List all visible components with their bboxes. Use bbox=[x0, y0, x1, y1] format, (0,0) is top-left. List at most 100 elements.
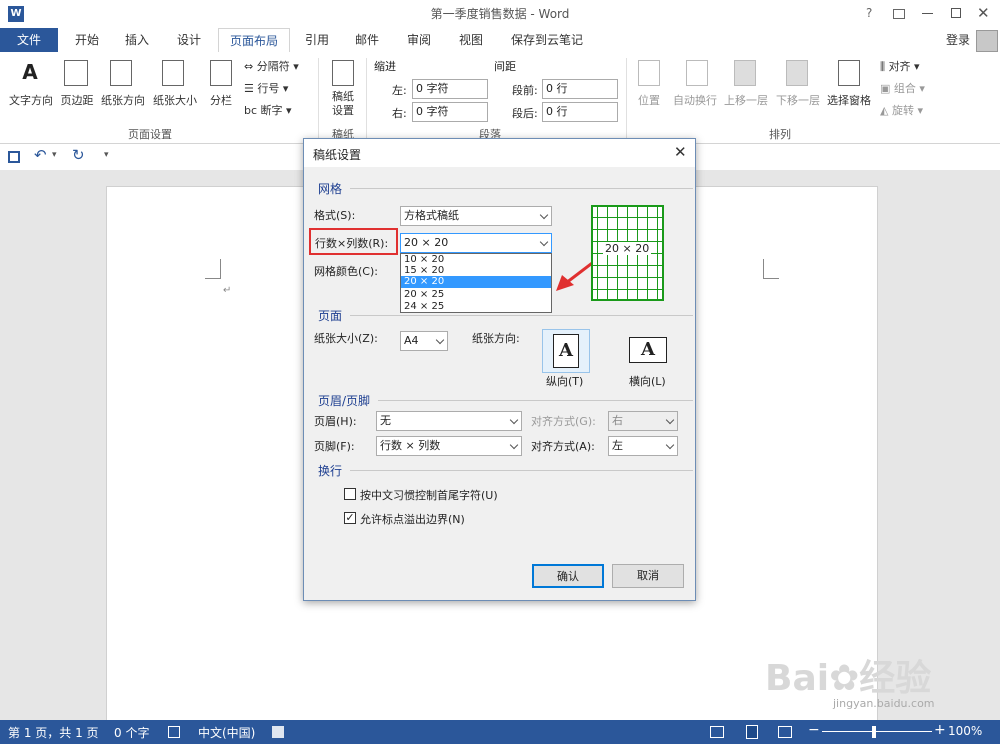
portrait-page-icon: A bbox=[553, 334, 579, 368]
minimize-icon[interactable] bbox=[922, 13, 933, 14]
ribbon-display-icon[interactable] bbox=[893, 9, 905, 19]
customize-qat-icon[interactable]: ▾ bbox=[104, 150, 109, 160]
help-icon[interactable]: ? bbox=[866, 6, 872, 20]
tab-cloud-notes[interactable]: 保存到云笔记 bbox=[504, 28, 590, 52]
tab-page-layout[interactable]: 页面布局 bbox=[218, 28, 290, 52]
margins-button[interactable]: 页边距 bbox=[58, 92, 96, 108]
punctuation-overflow-label[interactable]: 允许标点溢出边界(N) bbox=[360, 511, 465, 527]
landscape-button[interactable]: A bbox=[625, 329, 673, 373]
footer-align-select[interactable]: 左 bbox=[608, 436, 678, 456]
tab-home[interactable]: 开始 bbox=[66, 28, 108, 52]
indent-left-label: 左: bbox=[392, 84, 407, 97]
dialog-title-bar[interactable] bbox=[304, 139, 695, 167]
footer-align-value: 左 bbox=[612, 439, 623, 452]
footer-select[interactable]: 行数 × 列数 bbox=[376, 436, 522, 456]
header-align-select[interactable]: 右 bbox=[608, 411, 678, 431]
breaks-button[interactable]: ⇔ 分隔符 ▾ bbox=[244, 58, 299, 74]
indent-right-input[interactable]: 0 字符 bbox=[412, 102, 488, 122]
header-select[interactable]: 无 bbox=[376, 411, 522, 431]
indent-left-input[interactable]: 0 字符 bbox=[412, 79, 488, 99]
hyphenation-label: 断字 bbox=[260, 104, 283, 117]
rowcol-option[interactable]: 20 × 25 bbox=[401, 289, 551, 300]
word-count[interactable]: 0 个字 bbox=[114, 724, 149, 741]
tab-design[interactable]: 设计 bbox=[168, 28, 210, 52]
read-mode-icon[interactable] bbox=[710, 726, 724, 738]
manuscript-settings-dialog: 稿纸设置 ✕ 网格 格式(S): 方格式稿纸 行数×列数(R): 20 × 20… bbox=[303, 138, 696, 601]
paper-size-select[interactable]: A4 bbox=[400, 331, 448, 351]
separator bbox=[626, 58, 627, 140]
section-grid: 网格 bbox=[318, 182, 343, 196]
macro-icon[interactable] bbox=[272, 726, 284, 738]
undo-dropdown-icon[interactable]: ▾ bbox=[52, 150, 57, 160]
spacing-before-label: 段前: bbox=[512, 84, 538, 97]
portrait-button[interactable]: A bbox=[542, 329, 590, 373]
position-button[interactable]: 位置 bbox=[632, 92, 666, 108]
page-count[interactable]: 第 1 页，共 1 页 bbox=[8, 724, 99, 741]
undo-icon[interactable]: ↶ bbox=[34, 146, 47, 164]
tab-view[interactable]: 视图 bbox=[450, 28, 492, 52]
zoom-slider-thumb[interactable] bbox=[872, 726, 876, 738]
hyphenation-icon: bc bbox=[244, 104, 258, 117]
language[interactable]: 中文(中国) bbox=[198, 724, 255, 741]
size-button[interactable]: 纸张大小 bbox=[150, 92, 200, 108]
chevron-down-icon bbox=[435, 335, 445, 345]
line-numbers-button[interactable]: ☰ 行号 ▾ bbox=[244, 80, 288, 96]
punctuation-overflow-checkbox[interactable]: ✓ bbox=[344, 512, 356, 524]
manuscript-icon bbox=[332, 60, 354, 86]
tab-file[interactable]: 文件 bbox=[0, 28, 58, 52]
landscape-label: 横向(L) bbox=[629, 375, 666, 388]
print-layout-icon[interactable] bbox=[746, 725, 758, 739]
rowcol-dropdown-list[interactable]: 10 × 20 15 × 20 20 × 20 20 × 25 24 × 25 bbox=[400, 253, 552, 313]
text-direction-button[interactable]: 文字方向 bbox=[6, 92, 56, 108]
dialog-close-icon[interactable]: ✕ bbox=[674, 143, 687, 161]
cancel-button[interactable]: 取消 bbox=[612, 564, 684, 588]
group-label: 组合 bbox=[893, 82, 916, 95]
watermark-brand: Bai bbox=[765, 658, 830, 699]
spacing-before-input[interactable]: 0 行 bbox=[542, 79, 618, 99]
rotate-button[interactable]: ◭ 旋转 ▾ bbox=[880, 102, 923, 118]
rowcol-option[interactable]: 10 × 20 bbox=[401, 254, 551, 265]
redo-icon[interactable]: ↻ bbox=[72, 146, 85, 164]
wrap-text-button[interactable]: 自动换行 bbox=[668, 92, 722, 108]
save-icon[interactable] bbox=[8, 151, 20, 163]
selection-pane-button[interactable]: 选择窗格 bbox=[824, 92, 874, 108]
columns-button[interactable]: 分栏 bbox=[206, 92, 236, 108]
tab-mailings[interactable]: 邮件 bbox=[346, 28, 388, 52]
line-numbers-icon: ☰ bbox=[244, 82, 254, 95]
style-select[interactable]: 方格式稿纸 bbox=[400, 206, 552, 226]
align-button[interactable]: ⫼ 对齐 ▾ bbox=[880, 58, 920, 74]
manuscript-setup-button[interactable]: 稿纸 设置 bbox=[324, 90, 362, 118]
zoom-level[interactable]: 100% bbox=[948, 724, 982, 738]
rowcol-option-selected[interactable]: 20 × 20 bbox=[401, 276, 551, 288]
send-backward-button[interactable]: 下移一层 bbox=[774, 92, 822, 108]
ok-button[interactable]: 确认 bbox=[532, 564, 604, 588]
tab-review[interactable]: 审阅 bbox=[398, 28, 440, 52]
hyphenation-button[interactable]: bc 断字 ▾ bbox=[244, 102, 292, 118]
bring-forward-button[interactable]: 上移一层 bbox=[722, 92, 770, 108]
zoom-out-icon[interactable]: − bbox=[808, 722, 820, 738]
ribbon: A 文字方向 页边距 纸张方向 纸张大小 分栏 ⇔ 分隔符 ▾ ☰ 行号 ▾ b… bbox=[0, 52, 1000, 144]
spacing-after-input[interactable]: 0 行 bbox=[542, 102, 618, 122]
tab-insert[interactable]: 插入 bbox=[116, 28, 158, 52]
zoom-slider[interactable] bbox=[822, 731, 932, 732]
avatar[interactable] bbox=[976, 30, 998, 52]
zoom-in-icon[interactable]: + bbox=[934, 722, 946, 738]
maximize-icon[interactable] bbox=[951, 8, 961, 18]
rowcol-select[interactable]: 20 × 20 bbox=[400, 233, 552, 253]
chinese-rules-label[interactable]: 按中文习惯控制首尾字符(U) bbox=[360, 487, 498, 503]
grid-color-label: 网格颜色(C): bbox=[314, 265, 378, 278]
chevron-down-icon bbox=[539, 210, 549, 220]
chinese-rules-checkbox[interactable] bbox=[344, 488, 356, 500]
tab-references[interactable]: 引用 bbox=[296, 28, 338, 52]
proofing-icon[interactable] bbox=[168, 726, 180, 738]
web-layout-icon[interactable] bbox=[778, 726, 792, 738]
orientation-button[interactable]: 纸张方向 bbox=[98, 92, 148, 108]
signin-link[interactable]: 登录 bbox=[938, 28, 978, 52]
rowcol-option[interactable]: 15 × 20 bbox=[401, 265, 551, 276]
group-button[interactable]: ▣ 组合 ▾ bbox=[880, 80, 925, 96]
landscape-page-icon: A bbox=[629, 337, 667, 363]
ribbon-tabs: 文件 开始 插入 设计 页面布局 引用 邮件 审阅 视图 保存到云笔记 登录 bbox=[0, 28, 1000, 52]
rowcol-option[interactable]: 24 × 25 bbox=[401, 301, 551, 312]
close-icon[interactable]: ✕ bbox=[977, 4, 990, 22]
dialog-title: 稿纸设置 bbox=[313, 148, 362, 162]
